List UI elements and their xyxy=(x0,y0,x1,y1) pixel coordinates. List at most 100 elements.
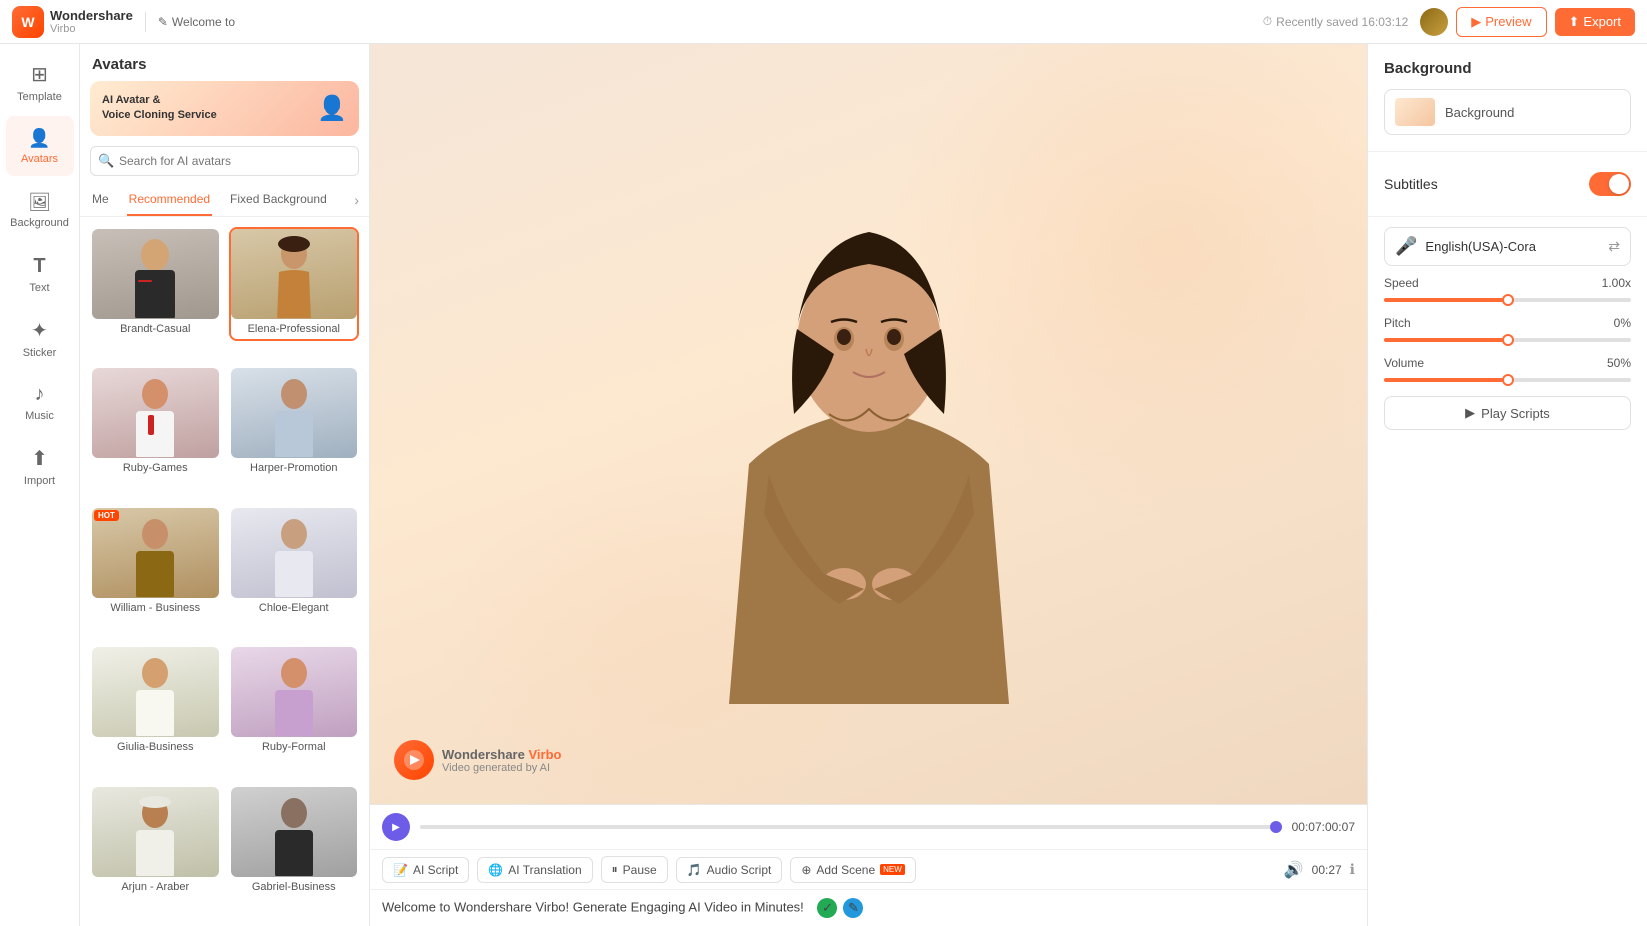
avatar-card-chloe[interactable]: Chloe-Elegant xyxy=(229,506,360,620)
preview-button[interactable]: ▶ Preview xyxy=(1456,7,1546,37)
user-avatar-thumb[interactable] xyxy=(1420,8,1448,36)
add-scene-icon: ⊕ xyxy=(801,863,811,877)
audio-script-button[interactable]: 🎵 Audio Script xyxy=(676,857,783,883)
pitch-value: 0% xyxy=(1614,316,1631,330)
avatar-name-gabriel: Gabriel-Business xyxy=(252,881,336,897)
avatars-panel: Avatars AI Avatar &Voice Cloning Service… xyxy=(80,44,370,926)
avatar-wrap-giulia: Giulia-Business xyxy=(90,645,221,776)
bottom-controls: ▶ 00:07:00:07 📝 AI Script 🌐 AI Translati… xyxy=(370,804,1367,926)
sidebar-item-avatars[interactable]: 👤 Avatars xyxy=(6,116,74,176)
subtitles-toggle[interactable] xyxy=(1589,172,1631,196)
volume-label: Volume xyxy=(1384,356,1424,370)
speed-label-row: Speed 1.00x xyxy=(1384,276,1631,290)
volume-icon[interactable]: 🔊 xyxy=(1284,860,1304,880)
audio-script-icon: 🎵 xyxy=(687,863,702,877)
ai-script-button[interactable]: 📝 AI Script xyxy=(382,857,469,883)
subtitles-row: Subtitles xyxy=(1384,168,1631,200)
volume-value: 50% xyxy=(1607,356,1631,370)
sidebar-item-import[interactable]: ⬆ Import xyxy=(6,436,74,496)
check-icon[interactable]: ✓ xyxy=(817,898,837,918)
avatars-banner-text: AI Avatar &Voice Cloning Service xyxy=(102,93,217,124)
avatar-card-arjun[interactable]: Arjun - Araber xyxy=(90,785,221,899)
add-scene-button[interactable]: ⊕ Add Scene NEW xyxy=(790,857,915,883)
avatar-card-giulia[interactable]: Giulia-Business xyxy=(90,645,221,759)
avatars-tabs: Me Recommended Fixed Background › xyxy=(80,184,369,217)
play-button[interactable]: ▶ xyxy=(382,813,410,841)
sidebar-item-background[interactable]: 🖼 Background xyxy=(6,180,74,240)
virbo-logo-small xyxy=(394,740,434,780)
avatar-card-ruby[interactable]: Ruby-Games xyxy=(90,366,221,480)
info-icon[interactable]: ℹ xyxy=(1350,861,1355,878)
sidebar-item-template[interactable]: ⊞ Template xyxy=(6,52,74,112)
center-area: Wondershare Virbo Video generated by AI … xyxy=(370,44,1367,926)
play-scripts-button[interactable]: ▶ Play Scripts xyxy=(1384,396,1631,430)
speed-slider[interactable] xyxy=(1384,298,1631,302)
background-icon: 🖼 xyxy=(28,192,51,213)
pitch-slider-thumb xyxy=(1502,334,1514,346)
template-icon: ⊞ xyxy=(31,62,48,87)
sidebar-item-music[interactable]: ♪ Music xyxy=(6,372,74,432)
topbar: W Wondershare Virbo ✎ Welcome to ⏱ Recen… xyxy=(0,0,1647,44)
speed-value: 1.00x xyxy=(1602,276,1631,290)
left-sidebar: ⊞ Template 👤 Avatars 🖼 Background T Text… xyxy=(0,44,80,926)
sidebar-item-sticker[interactable]: ✦ Sticker xyxy=(6,308,74,368)
avatar-name-brandt: Brandt-Casual xyxy=(120,323,190,339)
avatars-panel-title: Avatars xyxy=(80,44,369,81)
tab-me[interactable]: Me xyxy=(90,184,111,216)
avatar-card-harper[interactable]: Harper-Promotion xyxy=(229,366,360,480)
avatar-card-gabriel[interactable]: Gabriel-Business xyxy=(229,785,360,899)
avatar-wrap-brandt: Brandt-Casual xyxy=(90,227,221,358)
ai-script-icon: 📝 xyxy=(393,863,408,877)
avatar-name-ruby2: Ruby-Formal xyxy=(262,741,326,757)
import-icon: ⬆ xyxy=(31,446,48,471)
volume-label-row: Volume 50% xyxy=(1384,356,1631,370)
avatars-icon: 👤 xyxy=(28,128,50,149)
voice-swap-icon[interactable]: ⇄ xyxy=(1608,238,1620,255)
avatar-card-william[interactable]: William - Business xyxy=(90,506,221,620)
pause-button[interactable]: ⏸ Pause xyxy=(601,856,668,883)
volume-slider-row: Volume 50% xyxy=(1384,356,1631,386)
voice-controls: 🎤 English(USA)-Cora ⇄ Speed 1.00x Pitch … xyxy=(1368,217,1647,440)
topbar-divider xyxy=(145,12,146,32)
topbar-actions: ▶ Preview ⬆ Export xyxy=(1420,7,1635,37)
hot-badge-william: HOT xyxy=(94,510,119,521)
voice-selector[interactable]: 🎤 English(USA)-Cora ⇄ xyxy=(1384,227,1631,266)
avatar-name-ruby: Ruby-Games xyxy=(123,462,188,478)
background-section: Background Background xyxy=(1368,44,1647,152)
avatar-name-giulia: Giulia-Business xyxy=(117,741,193,757)
play-scripts-icon: ▶ xyxy=(1465,405,1475,421)
virbo-watermark: Wondershare Virbo Video generated by AI xyxy=(394,740,561,780)
pitch-label: Pitch xyxy=(1384,316,1411,330)
avatar-card-brandt[interactable]: Brandt-Casual xyxy=(90,227,221,341)
script-toolbar: 📝 AI Script 🌐 AI Translation ⏸ Pause 🎵 A… xyxy=(370,849,1367,889)
logo-text: Wondershare Virbo xyxy=(50,8,133,35)
edit-icon[interactable]: ✎ xyxy=(843,898,863,918)
welcome-text: ✎ Welcome to xyxy=(158,15,235,29)
volume-slider[interactable] xyxy=(1384,378,1631,382)
avatar-card-ruby2[interactable]: Ruby-Formal xyxy=(229,645,360,759)
avatar-card-elena[interactable]: Elena-Professional xyxy=(229,227,360,341)
virbo-watermark-text: Wondershare Virbo Video generated by AI xyxy=(442,747,561,774)
toggle-knob xyxy=(1609,174,1629,194)
pause-icon: ⏸ xyxy=(612,862,618,877)
sidebar-item-text[interactable]: T Text xyxy=(6,244,74,304)
avatars-banner[interactable]: AI Avatar &Voice Cloning Service 👤 xyxy=(90,81,359,136)
export-button[interactable]: ⬆ Export xyxy=(1555,8,1635,36)
pitch-slider[interactable] xyxy=(1384,338,1631,342)
saved-status: ⏱ Recently saved 16:03:12 xyxy=(1263,14,1408,29)
avatar-wrap-elena: Elena-Professional xyxy=(229,227,360,358)
avatar-name-chloe: Chloe-Elegant xyxy=(259,602,329,618)
tab-fixed-background[interactable]: Fixed Background xyxy=(228,184,329,216)
background-item[interactable]: Background xyxy=(1384,89,1631,135)
avatar-name-arjun: Arjun - Araber xyxy=(121,881,189,897)
tab-recommended[interactable]: Recommended xyxy=(127,184,212,216)
new-badge: NEW xyxy=(880,864,905,875)
text-icon: T xyxy=(33,255,45,278)
speed-slider-row: Speed 1.00x xyxy=(1384,276,1631,306)
main-layout: ⊞ Template 👤 Avatars 🖼 Background T Text… xyxy=(0,44,1647,926)
tab-more-icon[interactable]: › xyxy=(354,192,359,208)
ai-translation-icon: 🌐 xyxy=(488,863,503,877)
ai-translation-button[interactable]: 🌐 AI Translation xyxy=(477,857,592,883)
search-input[interactable] xyxy=(90,146,359,176)
timeline-track[interactable] xyxy=(420,825,1282,829)
